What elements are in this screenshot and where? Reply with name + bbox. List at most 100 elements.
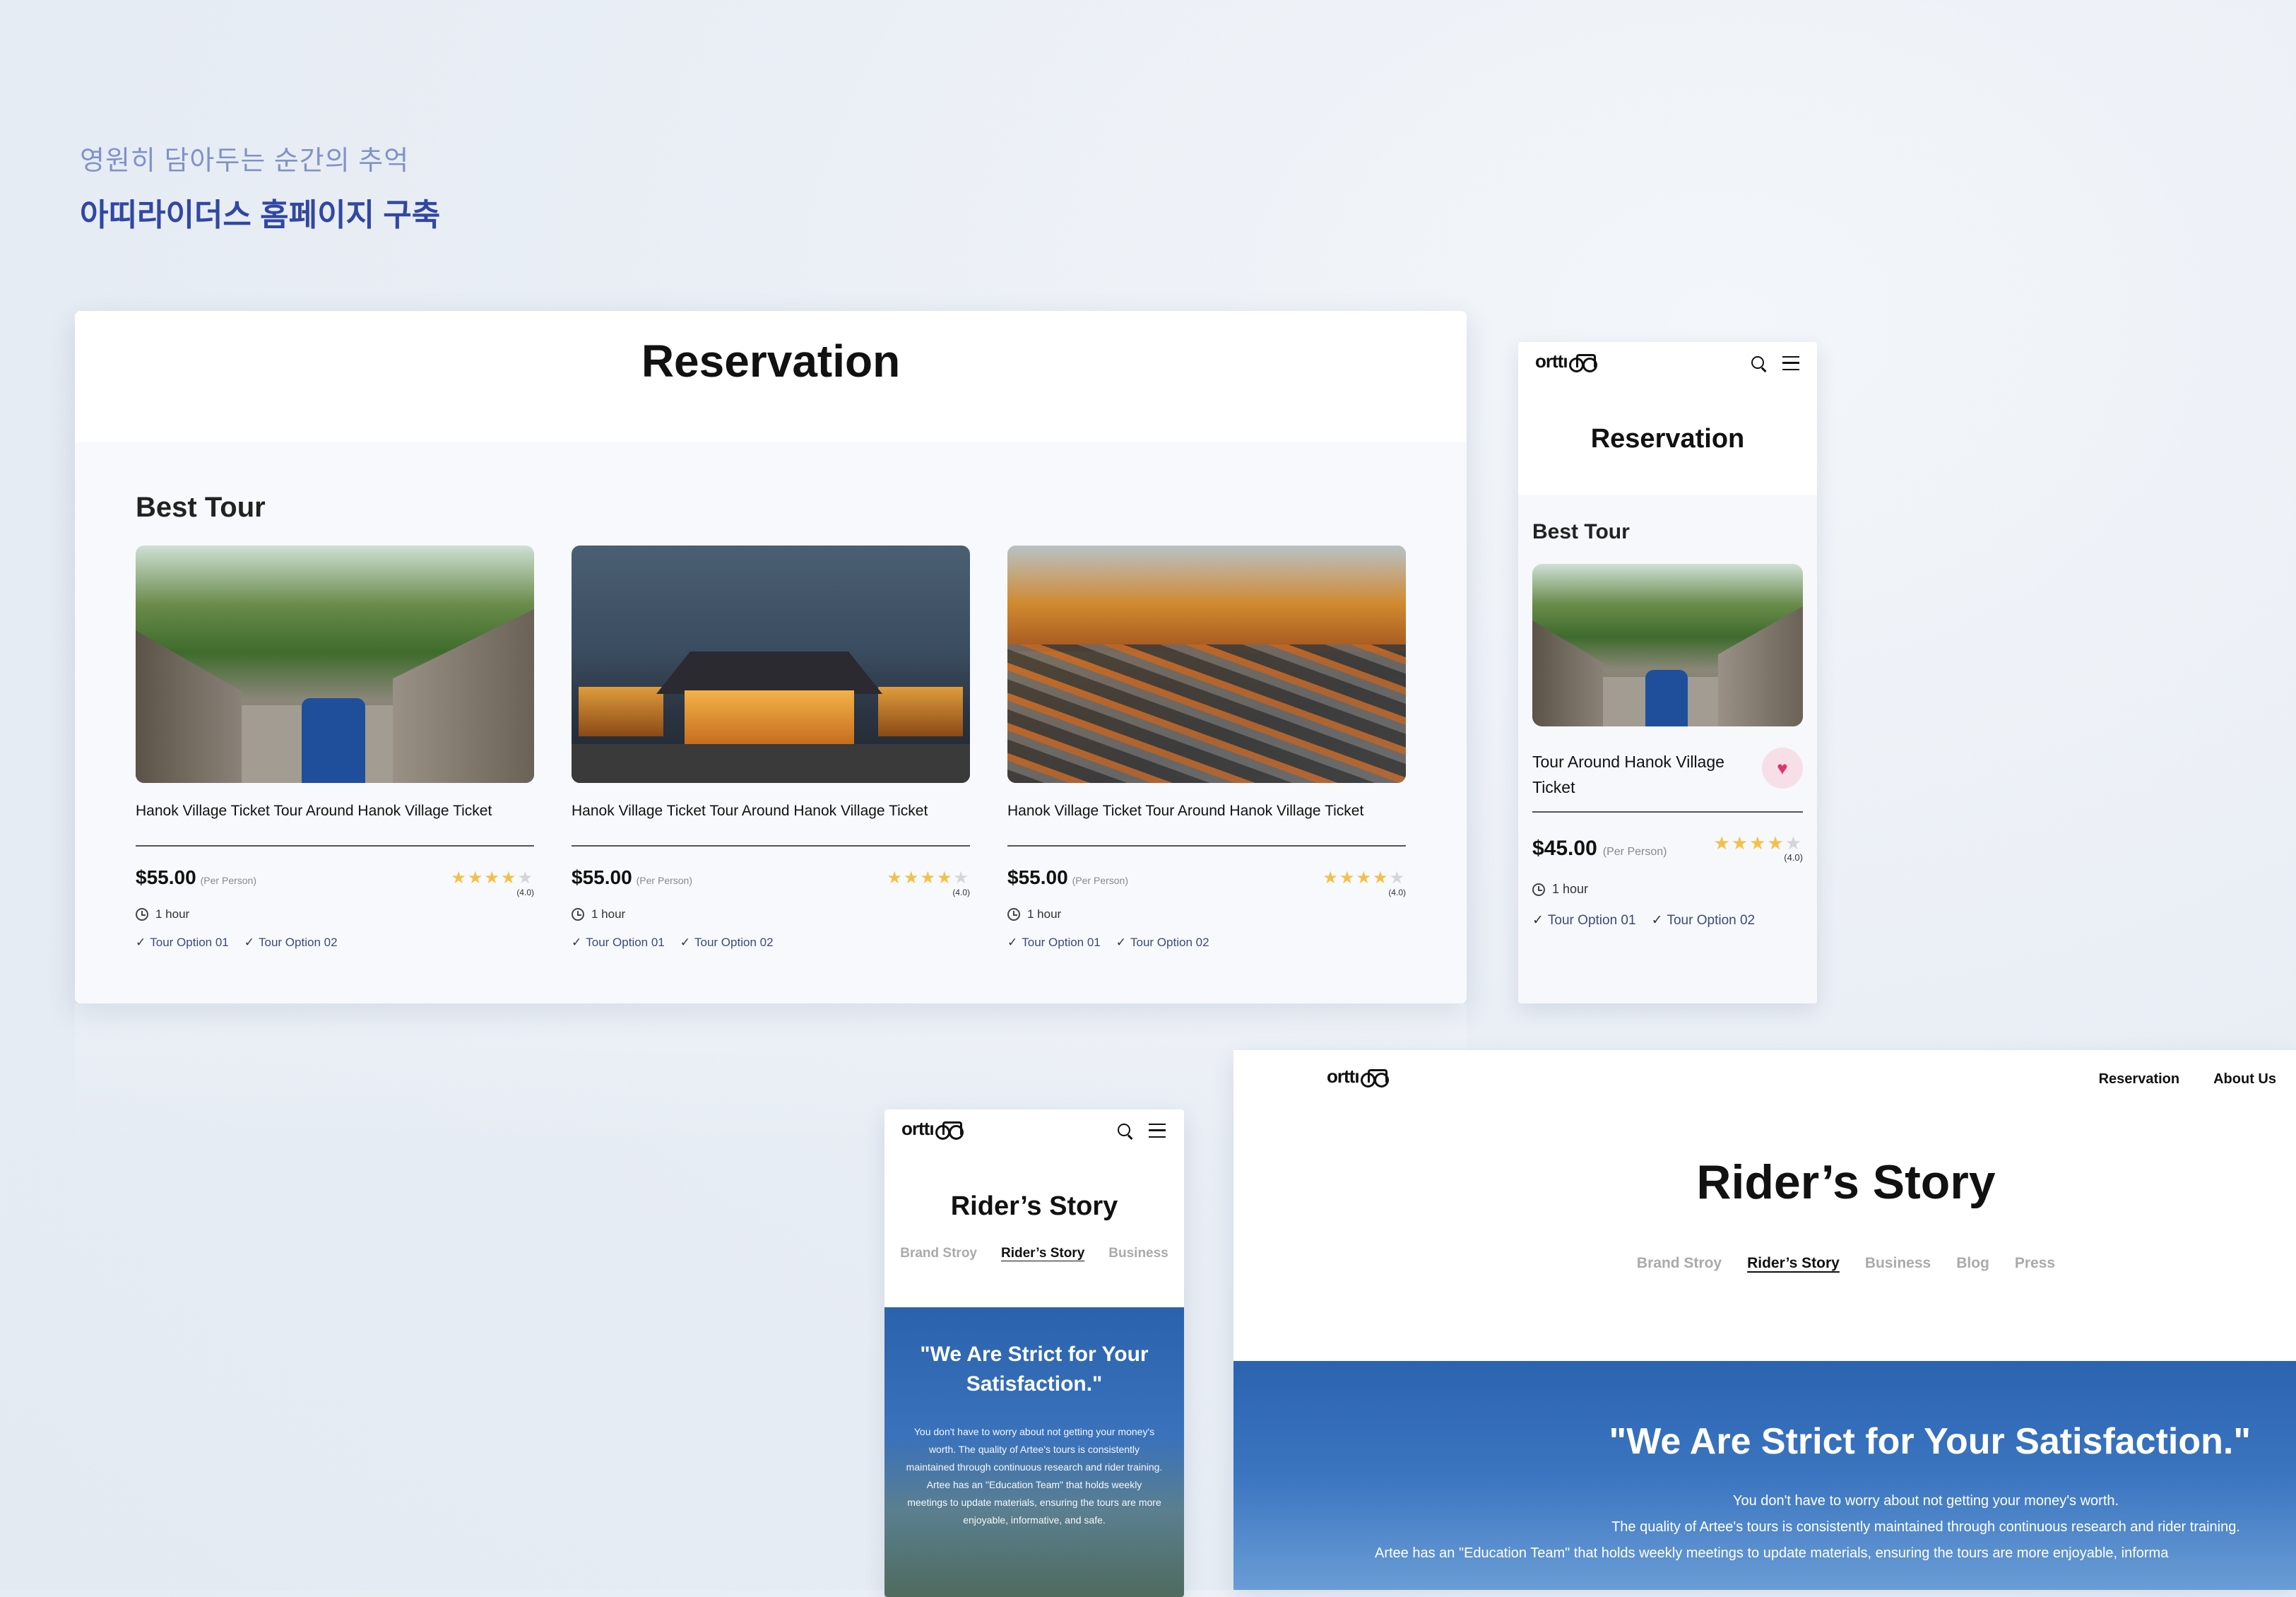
- tour-name[interactable]: Hanok Village Ticket Tour Around Hanok V…: [136, 803, 534, 824]
- hero-quote: "We Are Strict for Your Satisfaction.": [920, 1343, 1149, 1396]
- tab-brand-story[interactable]: Brand Stroy: [900, 1246, 977, 1261]
- tour-image[interactable]: [1007, 546, 1406, 783]
- bike-icon: [935, 1120, 964, 1141]
- page-title: Rider’s Story: [1696, 1155, 1996, 1209]
- top-nav: Reservation About Us: [2099, 1071, 2276, 1088]
- reservation-header: Reservation: [75, 311, 1467, 442]
- clock-icon: [1532, 883, 1545, 896]
- tab-press[interactable]: Press: [2015, 1255, 2055, 1272]
- menu-icon[interactable]: [1149, 1124, 1166, 1138]
- logo[interactable]: orttı: [1535, 350, 1597, 373]
- tour-price: $55.00: [572, 866, 632, 888]
- tour-duration: 1 hour: [1027, 907, 1062, 921]
- divider: [572, 845, 970, 847]
- tab-business[interactable]: Business: [1108, 1246, 1168, 1261]
- tour-price: $45.00: [1532, 837, 1597, 860]
- tab-blog[interactable]: Blog: [1956, 1255, 1989, 1272]
- tour-image[interactable]: [572, 546, 970, 783]
- tour-price: $55.00: [136, 866, 196, 888]
- bike-icon: [1568, 353, 1597, 373]
- nav-reservation[interactable]: Reservation: [2099, 1071, 2180, 1088]
- tab-business[interactable]: Business: [1865, 1255, 1931, 1272]
- tour-card[interactable]: Hanok Village Ticket Tour Around Hanok V…: [136, 546, 534, 950]
- price-unit: (Per Person): [200, 875, 256, 886]
- divider: [1007, 845, 1406, 847]
- reservation-desktop-frame: Reservation Best Tour Hanok Village Tick…: [75, 311, 1467, 1003]
- logo-text: orttı: [901, 1118, 935, 1139]
- best-tour-title: Best Tour: [136, 492, 266, 523]
- story-hero: "We Are Strict for Your Satisfaction." Y…: [884, 1307, 1184, 1597]
- tour-duration: 1 hour: [591, 907, 626, 921]
- star-rating-icon: ★★★★★: [451, 868, 534, 888]
- rating-value: (4.0): [516, 888, 534, 897]
- tour-option: Tour Option 02: [244, 936, 338, 950]
- hero-line: You don't have to worry about not gettin…: [1732, 1493, 2119, 1509]
- bike-icon: [1360, 1068, 1389, 1088]
- tour-name[interactable]: Hanok Village Ticket Tour Around Hanok V…: [1007, 803, 1406, 824]
- divider: [136, 845, 534, 847]
- best-tour-title: Best Tour: [1532, 520, 1630, 543]
- hero-line: Artee has an "Education Team" that holds…: [1375, 1545, 2169, 1561]
- tour-duration: 1 hour: [155, 907, 190, 921]
- tour-card[interactable]: Hanok Village Ticket Tour Around Hanok V…: [572, 546, 970, 950]
- divider: [1532, 811, 1803, 813]
- tour-price: $55.00: [1007, 866, 1068, 888]
- tour-option: Tour Option 01: [572, 936, 665, 950]
- tour-option: Tour Option 01: [1007, 936, 1101, 950]
- search-icon[interactable]: [1751, 356, 1767, 372]
- heart-icon[interactable]: ♥: [1762, 748, 1803, 789]
- price-unit: (Per Person): [1072, 875, 1128, 886]
- star-rating-icon: ★★★★★: [1713, 832, 1803, 854]
- rating-value: (4.0): [952, 888, 970, 897]
- tour-image[interactable]: [1532, 564, 1803, 726]
- logo-text: orttı: [1535, 350, 1568, 372]
- tab-brand-story[interactable]: Brand Stroy: [1637, 1255, 1722, 1272]
- tab-riders-story[interactable]: Rider’s Story: [1001, 1246, 1084, 1261]
- intro-kicker: 영원히 담아두는 순간의 추억: [80, 146, 410, 176]
- page-title: Reservation: [1590, 424, 1745, 454]
- hero-paragraph: You don't have to worry about not gettin…: [906, 1426, 1163, 1526]
- mobile-header: orttı: [1518, 342, 1817, 384]
- logo[interactable]: orttı: [901, 1118, 964, 1141]
- tour-duration: 1 hour: [1552, 882, 1589, 896]
- clock-icon: [136, 908, 148, 921]
- tour-option: Tour Option 02: [1652, 912, 1755, 929]
- page-title: Reservation: [641, 336, 901, 387]
- story-tabs: Brand Stroy Rider’s Story Business: [884, 1246, 1184, 1261]
- tour-option: Tour Option 01: [136, 936, 229, 950]
- price-unit: (Per Person): [636, 875, 692, 886]
- tour-card[interactable]: Hanok Village Ticket Tour Around Hanok V…: [1007, 546, 1406, 950]
- tour-option: Tour Option 01: [1532, 912, 1636, 929]
- logo[interactable]: orttı: [1327, 1066, 1389, 1088]
- star-rating-icon: ★★★★★: [1322, 868, 1406, 888]
- page-title: Rider’s Story: [950, 1191, 1118, 1221]
- search-icon[interactable]: [1118, 1124, 1133, 1139]
- story-tabs: Brand Stroy Rider’s Story Business Blog …: [1233, 1255, 2296, 1272]
- price-unit: (Per Person): [1602, 846, 1667, 858]
- clock-icon: [1007, 908, 1020, 921]
- tour-card[interactable]: Tour Around Hanok Village Ticket ♥ $45.0…: [1532, 564, 1803, 929]
- hero-quote: "We Are Strict for Your Satisfaction.": [1609, 1421, 2251, 1462]
- star-rating-icon: ★★★★★: [887, 868, 970, 888]
- tour-name[interactable]: Hanok Village Ticket Tour Around Hanok V…: [572, 803, 970, 824]
- tour-name[interactable]: Tour Around Hanok Village Ticket: [1532, 749, 1744, 800]
- logo-text: orttı: [1327, 1066, 1360, 1087]
- menu-icon[interactable]: [1782, 356, 1799, 370]
- tab-riders-story[interactable]: Rider’s Story: [1747, 1255, 1840, 1272]
- intro-headline: 아띠라이더스 홈페이지 구축: [80, 198, 441, 232]
- story-mobile-frame: orttı Rider’s Story Brand Stroy Rider’s …: [884, 1109, 1184, 1597]
- tour-option: Tour Option 02: [680, 936, 774, 950]
- nav-about-us[interactable]: About Us: [2213, 1071, 2276, 1088]
- reservation-body: Best Tour Hanok Village Ticket Tour Arou…: [75, 442, 1467, 1003]
- tour-image[interactable]: [136, 546, 534, 783]
- hero-line: The quality of Artee's tours is consiste…: [1611, 1519, 2240, 1535]
- reservation-mobile-frame: orttı Reservation Best Tour Tour Around …: [1518, 342, 1817, 1003]
- clock-icon: [572, 908, 584, 921]
- story-hero: "We Are Strict for Your Satisfaction." Y…: [1233, 1361, 2296, 1590]
- rating-value: (4.0): [1784, 852, 1803, 863]
- mobile-header: orttı: [884, 1109, 1184, 1152]
- tour-option: Tour Option 02: [1116, 936, 1209, 950]
- reservation-body: Best Tour Tour Around Hanok Village Tick…: [1518, 495, 1817, 1003]
- rating-value: (4.0): [1388, 888, 1406, 897]
- story-desktop-frame: orttı Reservation About Us Rider’s Story…: [1233, 1050, 2296, 1590]
